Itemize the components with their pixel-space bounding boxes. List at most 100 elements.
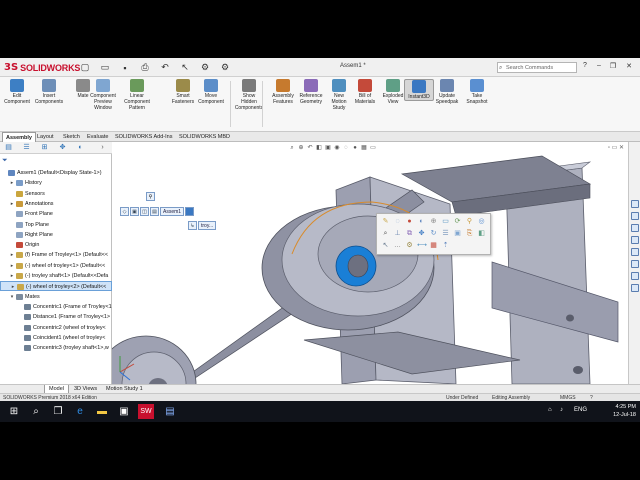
rotate-ctx-icon[interactable]: ↻	[429, 229, 438, 238]
measure-icon[interactable]: ⟷	[417, 241, 427, 250]
assembly-features-button[interactable]: Assembly Features	[268, 79, 298, 105]
tree-item[interactable]: Concentric3 (troyley shaft<1>,w	[0, 343, 112, 353]
make-virtual-icon[interactable]: ▣	[453, 229, 462, 238]
store-icon[interactable]: ▣	[116, 404, 132, 419]
tab-solidworks-mbd[interactable]: SOLIDWORKS MBD	[176, 132, 233, 142]
edit-component-button[interactable]: Edit Component	[2, 79, 32, 105]
print-icon[interactable]: ⎙	[138, 61, 152, 74]
tree-item[interactable]: ▸ (-) wheel of troyley<1> (Default<<	[0, 261, 112, 271]
tree-item[interactable]: ▸ Annotations	[0, 199, 112, 209]
tab-evaluate[interactable]: Evaluate	[84, 132, 111, 142]
solidworks-logo[interactable]: 3S SOLIDWORKS	[4, 61, 80, 74]
property-manager-tab-icon[interactable]: ☰	[20, 143, 33, 153]
options-icon[interactable]: ⚙	[218, 61, 232, 74]
file-explorer-taskbar-icon[interactable]: ▬	[94, 404, 110, 419]
select-ctx-icon[interactable]: ↖	[381, 241, 390, 250]
show-hidden-button[interactable]: Show Hidden Components	[234, 79, 264, 111]
edit-part-icon[interactable]: ✎	[381, 217, 390, 226]
tray-volume-icon[interactable]: ♪	[560, 407, 563, 413]
tab-layout[interactable]: Layout	[34, 132, 57, 142]
tree-item[interactable]: Right Plane	[0, 230, 112, 240]
smart-fasteners-button[interactable]: Smart Fasteners	[168, 79, 198, 105]
feature-manager-tab-icon[interactable]: ▤	[2, 143, 15, 153]
search-commands-input[interactable]: ⌕ Search Commands	[497, 62, 577, 73]
app-taskbar-icon[interactable]: ▤	[162, 404, 178, 419]
copy-with-mates-icon[interactable]: ⎘	[465, 229, 474, 238]
expand-icon[interactable]: ▸	[9, 199, 15, 209]
expand-panel-icon[interactable]: ›	[96, 143, 109, 153]
undo-icon[interactable]: ↶	[158, 61, 172, 74]
solidworks-resources-icon[interactable]	[631, 200, 639, 208]
design-library-icon[interactable]	[631, 212, 639, 220]
open-part-icon[interactable]: ▭	[441, 217, 450, 226]
tree-item[interactable]: ▸ (-) troyley shaft<1> (Default<<Defa	[0, 271, 112, 281]
file-explorer-icon[interactable]	[631, 224, 639, 232]
expand-icon[interactable]: ▸	[10, 282, 16, 290]
rebuild-ctx-icon[interactable]: ⟳	[453, 217, 462, 226]
expand-icon[interactable]: ▸	[9, 250, 15, 260]
tree-item[interactable]: Distance1 (Frame of Troyley<1>	[0, 312, 112, 322]
restore-button[interactable]: ❐	[608, 62, 618, 70]
select-icon[interactable]: ↖	[178, 61, 192, 74]
new-icon[interactable]: ▢	[78, 61, 92, 74]
breadcrumb-feature-icon[interactable]: ▤	[150, 206, 159, 216]
breadcrumb-secondary-icon[interactable]: ↳	[188, 220, 197, 230]
breadcrumb-label[interactable]: Assem1	[160, 206, 185, 216]
tray-language[interactable]: ENG	[574, 407, 587, 413]
solidworks-taskbar-icon[interactable]: SW	[138, 404, 154, 419]
move-ctx-icon[interactable]: ✥	[417, 229, 426, 238]
appearances-icon[interactable]	[631, 248, 639, 256]
dimxpert-tab-icon[interactable]: ✥	[56, 143, 69, 153]
windows-start-icon[interactable]: ⊞	[6, 404, 22, 419]
tree-item[interactable]: Front Plane	[0, 209, 112, 219]
float-icon[interactable]: ⇡	[441, 241, 450, 250]
tree-item[interactable]: Origin	[0, 240, 112, 250]
view-mates-icon[interactable]: ⧉	[405, 229, 414, 238]
tab-sketch[interactable]: Sketch	[60, 132, 83, 142]
snapshot-button[interactable]: Take Snapshot	[462, 79, 492, 105]
more-icon[interactable]: …	[393, 241, 402, 250]
isolate-icon[interactable]: ◎	[477, 217, 486, 226]
instant3d-button[interactable]: Instant3D	[404, 79, 434, 101]
rebuild-icon[interactable]: ⚙	[198, 61, 212, 74]
expand-icon[interactable]: ▸	[9, 261, 15, 271]
configuration-manager-tab-icon[interactable]: ⊞	[38, 143, 51, 153]
tree-item[interactable]: Top Plane	[0, 220, 112, 230]
forum-icon[interactable]	[631, 272, 639, 280]
graphics-area[interactable]: ⌕ ⊕ ↶ ◧ ▣ ◉ ◌ ● ▦ ▭ ▫ ▭ ✕ ◇ ▣ ◫ ▤ Assem1…	[112, 142, 628, 384]
breadcrumb-part-icon[interactable]: ▣	[130, 206, 139, 216]
component-properties-icon[interactable]: ☰	[441, 229, 450, 238]
tree-item[interactable]: ▸ (-) wheel of troyley<2> (Default<<	[0, 281, 112, 292]
tab-solidworks-add-ins[interactable]: SOLIDWORKS Add-Ins	[112, 132, 175, 142]
breadcrumb-assembly-icon[interactable]: ◇	[120, 206, 129, 216]
expand-icon[interactable]: ▸	[9, 178, 15, 188]
tray-network-icon[interactable]: ⌂	[548, 407, 552, 413]
breadcrumb-pin-icon[interactable]: ⚲	[146, 192, 155, 201]
display-manager-tab-icon[interactable]: ◐	[74, 143, 87, 153]
breadcrumb-face-icon[interactable]: ◫	[140, 206, 149, 216]
reference-geometry-button[interactable]: Reference Geometry	[296, 79, 326, 105]
tree-item[interactable]: ▸ (f) Frame of Troyley<1> (Default<<	[0, 250, 112, 260]
collapse-icon[interactable]: ▾	[9, 292, 15, 302]
taskbar-clock[interactable]: 4:25 PM 12-Jul-18	[613, 403, 636, 419]
edge-browser-icon[interactable]: e	[72, 404, 88, 419]
bom-button[interactable]: Bill of Materials	[350, 79, 380, 105]
task-view-icon[interactable]: ❐	[50, 404, 66, 419]
appearance-ctx-icon[interactable]: ●	[405, 217, 414, 226]
tree-item[interactable]: Concentric2 (wheel of troyley<	[0, 323, 112, 333]
filter-icon[interactable]: ⏷	[2, 157, 8, 165]
transparency-icon[interactable]: ◐	[417, 217, 426, 226]
insert-components-button[interactable]: Insert Components	[34, 79, 64, 105]
taskbar-search-icon[interactable]: ⌕	[28, 404, 44, 419]
help-icon[interactable]: ?	[580, 62, 590, 69]
hide-components-icon[interactable]: ◌	[393, 217, 402, 226]
solidworks-forum-icon[interactable]	[631, 284, 639, 292]
assembly-model[interactable]	[112, 142, 628, 384]
breadcrumb-active-icon[interactable]	[185, 206, 195, 216]
tree-item[interactable]: ▸ History	[0, 178, 112, 188]
minimize-button[interactable]: –	[594, 62, 604, 69]
configure-icon[interactable]: ⚙	[405, 241, 414, 250]
smart-mate-icon[interactable]: ⊕	[429, 217, 438, 226]
texture-icon[interactable]: ▦	[429, 241, 438, 250]
tree-item[interactable]: ▾ Mates	[0, 292, 112, 302]
